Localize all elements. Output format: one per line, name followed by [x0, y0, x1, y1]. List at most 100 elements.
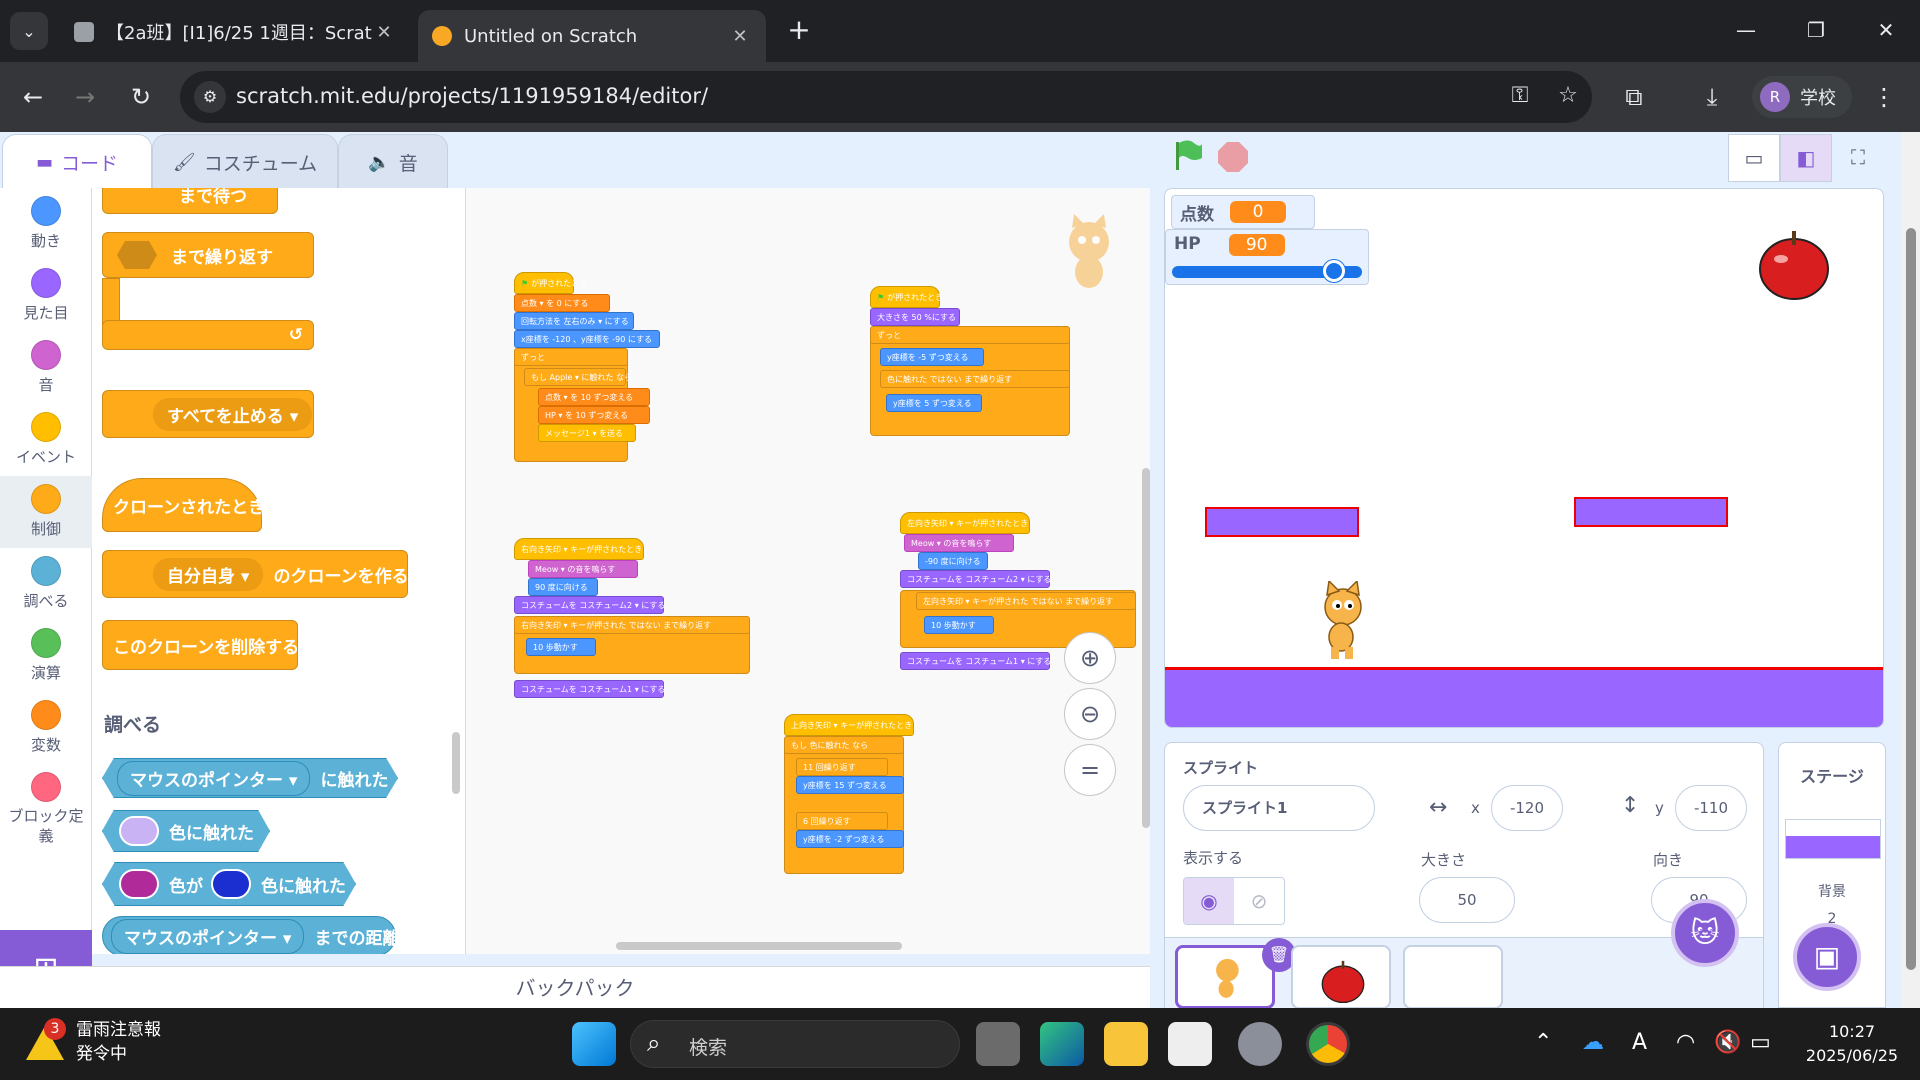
zoom-out-button[interactable]: ⊖: [1064, 688, 1116, 740]
touching-color-block[interactable]: 色に触れた: [102, 810, 270, 852]
ime-icon[interactable]: A: [1632, 1030, 1647, 1055]
stage[interactable]: 点数 0 HP 90: [1164, 188, 1884, 728]
repeat-block[interactable]: 11 回繰り返す: [796, 758, 888, 776]
repeat-until-not-pressed-block[interactable]: 右向き矢印 ▾ キーが押された ではない まで繰り返す: [514, 616, 750, 634]
go-to-xy-block[interactable]: x座標を -120 、y座標を -90 にする: [514, 330, 660, 348]
cat-sprite-icon[interactable]: [1309, 581, 1379, 661]
file-explorer-icon[interactable]: [1104, 1022, 1148, 1066]
category-looks[interactable]: 見た目: [0, 260, 92, 332]
switch-costume-block[interactable]: コスチュームを コスチューム1 ▾ にする: [514, 680, 665, 698]
when-key-pressed-block[interactable]: 右向き矢印 ▾ キーが押されたとき: [514, 538, 644, 560]
repeat-until-not-pressed-block[interactable]: 左向き矢印 ▾ キーが押された ではない まで繰り返す: [916, 592, 1136, 610]
color-touching-color-block[interactable]: 色が 色に触れた: [102, 862, 356, 906]
tab-close-icon[interactable]: ✕: [728, 26, 752, 47]
fullscreen-button[interactable]: ⛶: [1832, 134, 1884, 182]
stop-all-block[interactable]: すべてを止める ▾: [102, 390, 314, 438]
code-vertical-scrollbar[interactable]: [1142, 468, 1150, 828]
repeat-until-block[interactable]: まで繰り返す: [102, 232, 314, 278]
normal-stage-button[interactable]: ◧: [1780, 134, 1832, 182]
point-direction-block[interactable]: 90 度に向ける: [528, 578, 598, 596]
sprite-thumb-cat[interactable]: 🗑: [1175, 938, 1296, 1008]
apple-sprite-icon[interactable]: [1757, 227, 1831, 301]
color-swatch[interactable]: [119, 869, 159, 899]
set-size-block[interactable]: 大きさを 50 %にする: [870, 308, 960, 326]
backpack[interactable]: バックパック: [0, 966, 1150, 1008]
distance-target-dropdown[interactable]: マウスのポインター ▾: [111, 918, 305, 954]
add-backdrop-button[interactable]: ▣: [1793, 923, 1861, 991]
tab-close-icon[interactable]: ✕: [372, 22, 396, 43]
green-flag-button[interactable]: [1170, 138, 1206, 174]
category-sound[interactable]: 音: [0, 332, 92, 404]
play-sound-block[interactable]: Meow ▾ の音を鳴らす: [904, 534, 1014, 552]
bookmark-star-icon[interactable]: ☆: [1554, 83, 1582, 111]
category-control[interactable]: 制御: [0, 476, 92, 548]
change-hp-block[interactable]: HP ▾ を 10 ずつ変える: [538, 406, 650, 424]
category-sensing[interactable]: 調べる: [0, 548, 92, 620]
play-sound-block[interactable]: Meow ▾ の音を鳴らす: [528, 560, 638, 578]
size-input[interactable]: 50: [1419, 877, 1515, 923]
task-view-icon[interactable]: [976, 1022, 1020, 1066]
code-area[interactable]: ⚑ が押されたとき 点数 ▾ を 0 にする 回転方法を 左右のみ ▾ にする x…: [466, 188, 1150, 954]
settings-gear-icon[interactable]: [1238, 1022, 1282, 1066]
category-events[interactable]: イベント: [0, 404, 92, 476]
tab-search-button[interactable]: ⌄: [10, 12, 48, 50]
address-bar[interactable]: ⚙ scratch.mit.edu/projects/1191959184/ed…: [180, 71, 1592, 123]
category-my-blocks[interactable]: ブロック定義: [0, 764, 92, 854]
switch-costume-block[interactable]: コスチュームを コスチューム1 ▾ にする: [900, 652, 1051, 670]
category-operators[interactable]: 演算: [0, 620, 92, 692]
chrome-browser-icon[interactable]: [1306, 1022, 1350, 1066]
clone-target-dropdown[interactable]: 自分自身 ▾: [153, 557, 264, 591]
when-key-pressed-block[interactable]: 左向き矢印 ▾ キーが押されたとき: [900, 512, 1030, 534]
speaker-mute-icon[interactable]: 🔇: [1714, 1030, 1741, 1055]
zoom-reset-button[interactable]: =: [1064, 744, 1116, 796]
clock[interactable]: 10:27 2025/06/25: [1800, 1020, 1904, 1068]
stage-thumbnail[interactable]: [1785, 819, 1881, 859]
if-touching-apple-block[interactable]: もし Apple ▾ に触れた なら: [524, 368, 632, 386]
extensions-icon[interactable]: ⧉: [1616, 79, 1652, 115]
menu-kebab-icon[interactable]: ⋮: [1866, 79, 1902, 115]
broadcast-block[interactable]: メッセージ1 ▾ を送る: [538, 424, 636, 442]
delete-clone-block[interactable]: このクローンを削除する: [102, 620, 299, 670]
when-flag-clicked-block[interactable]: ⚑ が押されたとき: [514, 272, 587, 294]
profile-button[interactable]: R 学校: [1752, 76, 1852, 118]
create-clone-block[interactable]: 自分自身 ▾ のクローンを作る: [102, 550, 409, 598]
start-windows-icon[interactable]: [572, 1022, 616, 1066]
tab-sounds[interactable]: 🔈 音: [338, 134, 448, 190]
color-swatch[interactable]: [211, 869, 251, 899]
wifi-icon[interactable]: ◠: [1676, 1030, 1695, 1055]
hide-eye-icon[interactable]: ⊘: [1234, 878, 1284, 924]
switch-costume-block[interactable]: コスチュームを コスチューム2 ▾ にする: [900, 570, 1051, 588]
code-horizontal-scrollbar[interactable]: [616, 942, 902, 950]
page-scrollbar-thumb[interactable]: [1906, 228, 1916, 970]
palette-scrollbar[interactable]: [452, 732, 460, 794]
stage-target-pane[interactable]: ステージ 背景 2 ▣: [1778, 742, 1886, 1008]
if-block[interactable]: [784, 736, 904, 874]
small-stage-button[interactable]: ▭: [1728, 134, 1780, 182]
sprite-name-input[interactable]: スプライト1: [1183, 785, 1375, 831]
tab-code[interactable]: ▬ コード: [2, 134, 152, 190]
weather-widget[interactable]: 雷雨注意報 発令中: [76, 1018, 161, 1066]
move-steps-block[interactable]: 10 歩動かす: [924, 616, 994, 634]
set-score-block[interactable]: 点数 ▾ を 0 にする: [514, 294, 610, 312]
switch-costume-block[interactable]: コスチュームを コスチューム2 ▾ にする: [514, 596, 665, 614]
repeat-until-not-touching-block[interactable]: 色に触れた ではない まで繰り返す: [880, 370, 1070, 388]
change-y-block[interactable]: y座標を 5 ずつ変える: [886, 394, 982, 412]
microsoft-store-icon[interactable]: [1168, 1022, 1212, 1066]
change-score-block[interactable]: 点数 ▾ を 10 ずつ変える: [538, 388, 650, 406]
change-y-block[interactable]: y座標を 15 ずつ変える: [796, 776, 904, 794]
x-input[interactable]: -120: [1491, 785, 1563, 831]
url-text[interactable]: scratch.mit.edu/projects/1191959184/edit…: [236, 84, 708, 108]
onedrive-cloud-icon[interactable]: ☁: [1582, 1030, 1604, 1055]
hp-slider-thumb[interactable]: [1323, 260, 1346, 282]
change-y-block[interactable]: y座標を -2 ずつ変える: [796, 830, 904, 848]
distance-to-block[interactable]: マウスのポインター ▾ までの距離: [102, 916, 399, 954]
wait-until-block[interactable]: まで待つ: [102, 188, 278, 214]
key-icon[interactable]: ⚿: [1506, 83, 1534, 111]
category-motion[interactable]: 動き: [0, 188, 92, 260]
point-direction-block[interactable]: -90 度に向ける: [918, 552, 988, 570]
touching-target-dropdown[interactable]: マウスのポインター ▾: [117, 760, 311, 796]
y-input[interactable]: -110: [1675, 785, 1747, 831]
stop-button[interactable]: [1218, 142, 1248, 172]
move-steps-block[interactable]: 10 歩動かす: [526, 638, 596, 656]
touching-block[interactable]: マウスのポインター ▾ に触れた: [102, 758, 398, 798]
